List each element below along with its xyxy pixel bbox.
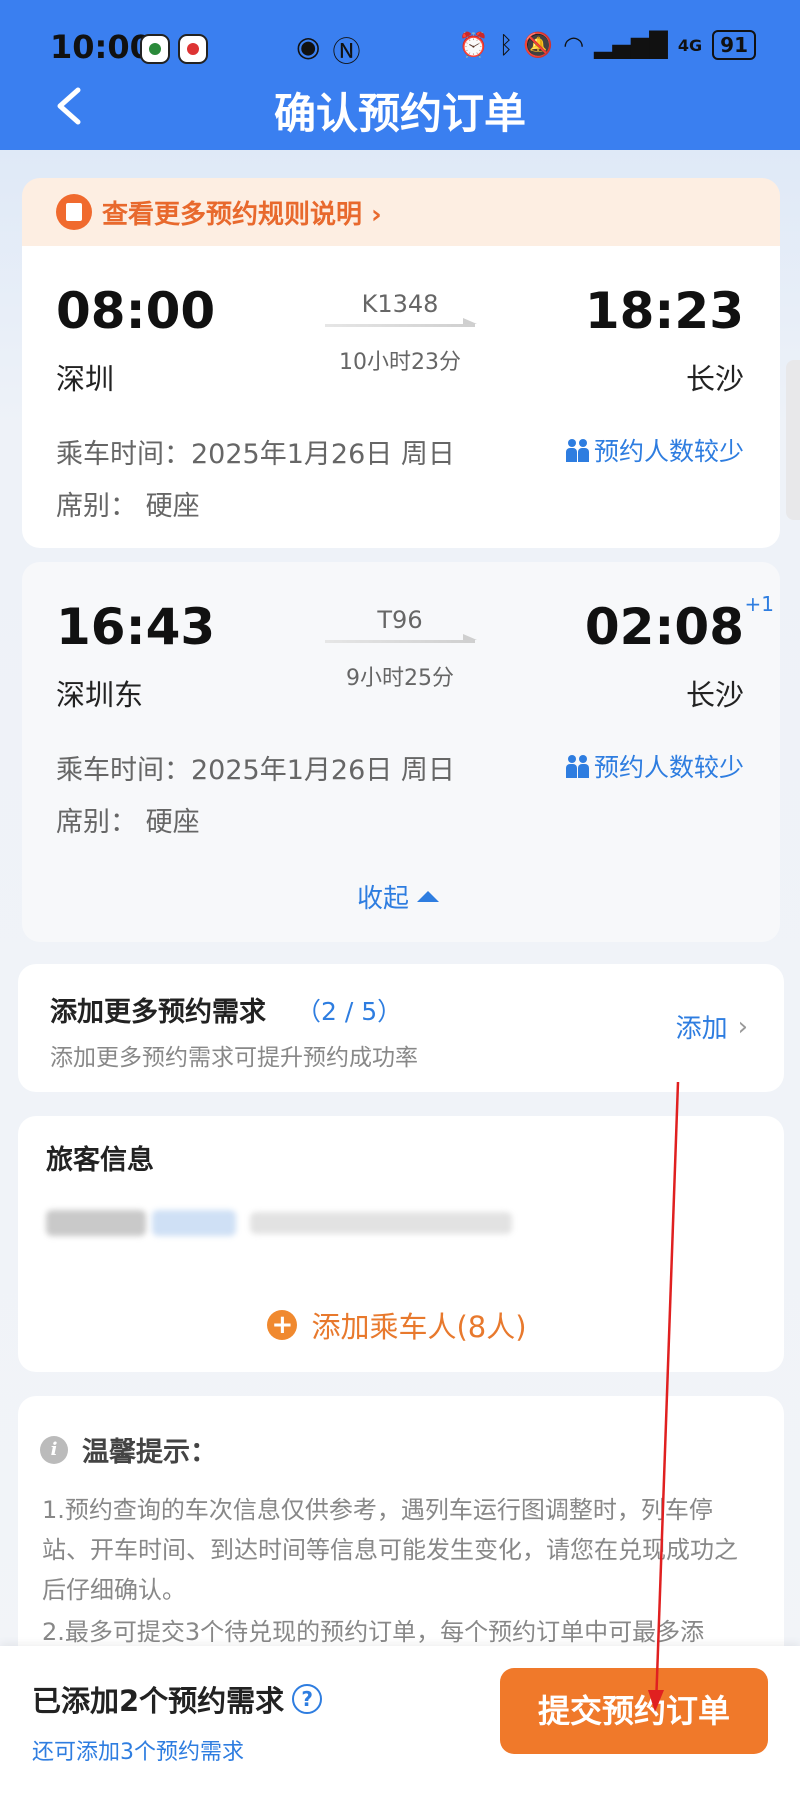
add-demand-label: 添加 bbox=[675, 1014, 728, 1044]
demand-hint-label: 预约人数较少 bbox=[593, 437, 744, 466]
arrive-station: 长沙 bbox=[685, 678, 744, 712]
tips-title: 温馨提示： bbox=[82, 1437, 217, 1468]
triangle-up-icon bbox=[417, 891, 440, 902]
plus-icon: + bbox=[267, 1310, 298, 1340]
collapse-label: 收起 bbox=[357, 884, 410, 914]
add-demand-button[interactable]: 添加 › bbox=[676, 1008, 748, 1045]
edge-handle bbox=[786, 360, 800, 520]
alarm-icon: ⏰ bbox=[458, 31, 489, 59]
ride-date: 乘车时间：2025年1月26日 周日 bbox=[56, 755, 455, 786]
arrive-station: 长沙 bbox=[685, 362, 744, 396]
more-demands-card: 添加更多预约需求 （2 / 5） 添加更多预约需求可提升预约成功率 添加 › bbox=[18, 964, 784, 1092]
network-type-label: 4G bbox=[677, 35, 703, 55]
train-number: K1348 bbox=[361, 290, 439, 318]
travel-duration: 9小时25分 bbox=[346, 666, 454, 691]
info-icon: i bbox=[40, 1435, 68, 1464]
app-notification-icon bbox=[140, 34, 170, 64]
added-demands: 已添加2个预约需求 ? bbox=[32, 1678, 323, 1720]
nfc-icon: Ⓝ bbox=[332, 35, 361, 68]
page-title: 确认预约订单 bbox=[273, 89, 526, 138]
added-demands-label: 已添加2个预约需求 bbox=[32, 1684, 285, 1718]
notification-icons bbox=[140, 34, 208, 64]
more-demands-subtitle: 添加更多预约需求可提升预约成功率 bbox=[50, 1045, 418, 1071]
depart-time: 16:43 bbox=[56, 598, 216, 656]
bluetooth-icon: ᛒ bbox=[498, 31, 514, 59]
remaining-demands-label: 还可添加3个预约需求 bbox=[32, 1740, 244, 1765]
wifi-icon: ◠ bbox=[563, 31, 585, 59]
battery-icon: 91 bbox=[712, 30, 756, 60]
add-passenger-label: 添加乘车人(8人) bbox=[311, 1310, 527, 1344]
status-center-icons: ◉ Ⓝ bbox=[296, 30, 360, 70]
seat-class: 席别： 硬座 bbox=[56, 491, 200, 522]
tips-paragraph-1: 1.预约查询的车次信息仅供参考，遇列车运行图调整时，列车停站、开车时间、到达时间… bbox=[42, 1496, 738, 1604]
add-passenger-button[interactable]: + 添加乘车人(8人) bbox=[18, 1304, 776, 1346]
rules-banner[interactable]: 查看更多预约规则说明 › bbox=[22, 178, 780, 246]
signal-icon: ▂▄▆█ bbox=[594, 31, 668, 59]
travel-duration: 10小时23分 bbox=[339, 350, 461, 375]
tips-card: i 温馨提示： 1.预约查询的车次信息仅供参考，遇列车运行图调整时，列车停站、开… bbox=[18, 1396, 784, 1656]
train-card-1: 08:00 深圳 K1348 10小时23分 18:23 长沙 乘车时间：202… bbox=[22, 246, 780, 548]
app-notification-icon bbox=[178, 34, 208, 64]
status-time: 10:00 bbox=[50, 28, 152, 66]
eye-icon: ◉ bbox=[296, 30, 321, 63]
people-icon bbox=[565, 437, 590, 463]
seat-class: 席别： 硬座 bbox=[56, 807, 200, 838]
status-right-icons: ⏰ ᛒ 🔕 ◠ ▂▄▆█ 4G 91 bbox=[459, 30, 756, 60]
depart-time: 08:00 bbox=[56, 282, 216, 340]
arrive-time: 18:23 bbox=[584, 282, 744, 340]
more-demands-title: 添加更多预约需求 bbox=[50, 997, 266, 1028]
depart-station: 深圳 bbox=[56, 362, 115, 396]
train-card-2: 16:43 深圳东 T96 9小时25分 02:08 +1 长沙 乘车时间：20… bbox=[22, 562, 780, 942]
help-icon[interactable]: ? bbox=[292, 1684, 323, 1714]
mute-icon: 🔕 bbox=[523, 31, 554, 59]
collapse-button[interactable]: 收起 bbox=[357, 878, 440, 915]
arrive-time: 02:08 bbox=[584, 598, 744, 656]
redacted-passenger-id bbox=[250, 1212, 512, 1234]
rules-book-icon bbox=[56, 194, 92, 230]
ride-date: 乘车时间：2025年1月26日 周日 bbox=[56, 439, 455, 470]
route-arrow bbox=[325, 634, 477, 643]
demand-hint-label: 预约人数较少 bbox=[593, 753, 744, 782]
bottom-action-bar: 已添加2个预约需求 ? 还可添加3个预约需求 提交预约订单 bbox=[0, 1646, 800, 1805]
people-icon bbox=[565, 753, 590, 779]
redacted-passenger-type bbox=[152, 1210, 236, 1236]
route-arrow bbox=[325, 318, 477, 327]
train-number: T96 bbox=[377, 606, 423, 634]
demand-hint[interactable]: 预约人数较少 bbox=[565, 432, 744, 468]
passenger-title: 旅客信息 bbox=[46, 1145, 154, 1176]
more-demands-count: （2 / 5） bbox=[296, 997, 403, 1026]
rules-link-label[interactable]: 查看更多预约规则说明 › bbox=[102, 194, 382, 231]
nav-bar: 确认预约订单 bbox=[0, 70, 800, 140]
demand-hint[interactable]: 预约人数较少 bbox=[565, 748, 744, 784]
redacted-passenger-name bbox=[46, 1210, 146, 1236]
tips-heading: i 温馨提示： bbox=[40, 1430, 217, 1469]
depart-station: 深圳东 bbox=[56, 678, 144, 712]
chevron-right-icon: › bbox=[737, 1011, 748, 1042]
submit-order-button[interactable]: 提交预约订单 bbox=[500, 1668, 768, 1754]
passenger-card: 旅客信息 + 添加乘车人(8人) bbox=[18, 1116, 784, 1372]
next-day-badge: +1 bbox=[744, 592, 774, 616]
